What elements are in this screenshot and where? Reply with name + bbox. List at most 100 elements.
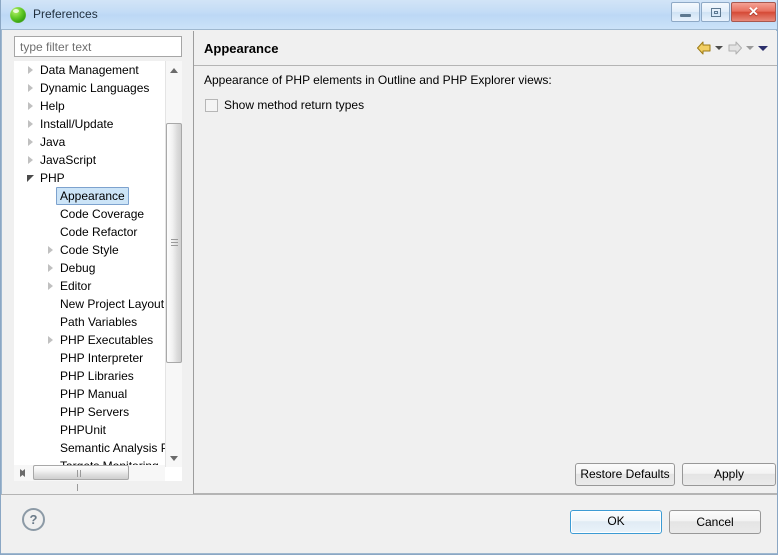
- tree-item[interactable]: PHP Interpreter: [14, 349, 165, 367]
- tree-item-label: Appearance: [56, 187, 129, 205]
- grip-icon: [171, 239, 178, 247]
- navigation-toolbar: [695, 39, 770, 57]
- tree-item[interactable]: PHP Libraries: [14, 367, 165, 385]
- tree-item[interactable]: Appearance: [14, 187, 165, 205]
- tree-item[interactable]: Java: [14, 133, 165, 151]
- page-title: Appearance: [204, 41, 279, 56]
- tree-item[interactable]: Dynamic Languages: [14, 79, 165, 97]
- tree-item-label: Debug: [60, 261, 96, 275]
- expand-triangle-icon[interactable]: [44, 277, 58, 295]
- tree-item[interactable]: Semantic Analysis P: [14, 439, 165, 457]
- minimize-icon: [680, 14, 691, 17]
- show-method-return-types-checkbox[interactable]: [205, 98, 218, 112]
- restore-defaults-button[interactable]: Restore Defaults: [575, 463, 675, 486]
- tree-item[interactable]: Install/Update: [14, 115, 165, 133]
- horizontal-scroll-thumb[interactable]: [33, 465, 129, 491]
- tree-item-label: PHP Servers: [60, 405, 130, 419]
- green-sphere-icon: [10, 7, 26, 23]
- tree-item-label: Path Variables: [60, 315, 138, 329]
- back-history-chevron-down-icon[interactable]: [713, 39, 726, 57]
- arrow-down-icon: [170, 456, 178, 461]
- tree-item[interactable]: Path Variables: [14, 313, 165, 331]
- expand-triangle-icon[interactable]: [24, 79, 38, 97]
- restore-button[interactable]: [701, 2, 730, 22]
- close-icon: ✕: [748, 4, 759, 19]
- scroll-right-button[interactable]: [14, 465, 31, 481]
- expand-triangle-icon[interactable]: [44, 241, 58, 259]
- expand-triangle-icon[interactable]: [24, 61, 38, 79]
- tree-item[interactable]: Editor: [14, 277, 165, 295]
- tree-item-label: Semantic Analysis P: [60, 441, 165, 455]
- tree-item[interactable]: PHP: [14, 169, 165, 187]
- tree-item-label: PHP Executables: [60, 333, 154, 347]
- tree-item-label: Data Management: [40, 63, 139, 77]
- arrow-up-icon: [170, 68, 178, 73]
- tree-item[interactable]: PHP Executables: [14, 331, 165, 349]
- expand-triangle-icon[interactable]: [24, 133, 38, 151]
- view-menu-chevron-down-icon[interactable]: [757, 39, 770, 57]
- content-panel: Appearance Appearance of PHP elements in…: [194, 31, 777, 494]
- tree-item-label: New Project Layout: [60, 297, 165, 311]
- tree-item[interactable]: PHPUnit: [14, 421, 165, 439]
- ok-button[interactable]: OK: [570, 510, 662, 534]
- help-icon[interactable]: ?: [22, 508, 45, 531]
- grip-icon: [77, 470, 85, 491]
- tree-item[interactable]: Code Refactor: [14, 223, 165, 241]
- tree-item-label: PHP Manual: [60, 387, 128, 401]
- vertical-scroll-thumb[interactable]: [166, 123, 182, 363]
- tree-item[interactable]: New Project Layout: [14, 295, 165, 313]
- tree-item-label: JavaScript: [40, 153, 97, 167]
- tree-vertical-scrollbar[interactable]: [165, 61, 182, 467]
- restore-icon: [711, 8, 721, 17]
- filter-input[interactable]: [14, 36, 182, 57]
- tree-item[interactable]: Debug: [14, 259, 165, 277]
- title-bar: Preferences ✕: [1, 0, 777, 30]
- preferences-dialog: Preferences ✕ Data Management Dynamic Lan…: [0, 0, 778, 555]
- tree-item[interactable]: JavaScript: [14, 151, 165, 169]
- tree-item[interactable]: Code Style: [14, 241, 165, 259]
- show-method-return-types-label: Show method return types: [224, 98, 365, 112]
- show-method-return-types-row[interactable]: Show method return types: [205, 97, 364, 113]
- expand-triangle-icon[interactable]: [44, 259, 58, 277]
- tree-item-label: Code Refactor: [60, 225, 138, 239]
- tree-horizontal-scrollbar[interactable]: [14, 465, 165, 491]
- collapse-triangle-icon[interactable]: [24, 169, 38, 187]
- tree-item-label: Code Style: [60, 243, 119, 257]
- expand-triangle-icon[interactable]: [24, 151, 38, 169]
- tree-item-label: Editor: [60, 279, 92, 293]
- page-description: Appearance of PHP elements in Outline an…: [204, 73, 552, 87]
- tree-item[interactable]: PHP Manual: [14, 385, 165, 403]
- scroll-up-button[interactable]: [166, 61, 182, 78]
- forward-arrow-icon: [726, 39, 744, 57]
- expand-triangle-icon[interactable]: [24, 115, 38, 133]
- tree-item-label: Help: [40, 99, 65, 113]
- tree-item[interactable]: Help: [14, 97, 165, 115]
- tree-item-label: Java: [40, 135, 66, 149]
- window-controls: ✕: [670, 2, 776, 22]
- back-arrow-icon[interactable]: [695, 39, 713, 57]
- tree-item-label: PHPUnit: [60, 423, 107, 437]
- expand-triangle-icon[interactable]: [24, 97, 38, 115]
- apply-button[interactable]: Apply: [682, 463, 776, 486]
- forward-history-chevron-down-icon: [744, 39, 757, 57]
- tree-item[interactable]: PHP Servers: [14, 403, 165, 421]
- tree-item-label: PHP Interpreter: [60, 351, 144, 365]
- arrow-right-icon: [20, 469, 25, 477]
- tree-item[interactable]: Data Management: [14, 61, 165, 79]
- expand-triangle-icon[interactable]: [44, 331, 58, 349]
- content-body: Appearance of PHP elements in Outline an…: [194, 66, 777, 479]
- close-button[interactable]: ✕: [731, 2, 776, 22]
- preferences-tree: Data Management Dynamic Languages Help Inst…: [14, 61, 182, 491]
- tree-item-label: PHP Libraries: [60, 369, 134, 383]
- tree-item[interactable]: Code Coverage: [14, 205, 165, 223]
- content-header: Appearance: [194, 31, 777, 66]
- tree-item-label: PHP: [40, 171, 65, 185]
- scroll-down-button[interactable]: [166, 450, 182, 467]
- window-title: Preferences: [33, 7, 98, 21]
- tree-item-label: Dynamic Languages: [40, 81, 150, 95]
- minimize-button[interactable]: [671, 2, 700, 22]
- tree-item-label: Install/Update: [40, 117, 114, 131]
- cancel-button[interactable]: Cancel: [669, 510, 761, 534]
- tree-viewport[interactable]: Data Management Dynamic Languages Help Inst…: [14, 61, 165, 467]
- tree-item-label: Code Coverage: [60, 207, 145, 221]
